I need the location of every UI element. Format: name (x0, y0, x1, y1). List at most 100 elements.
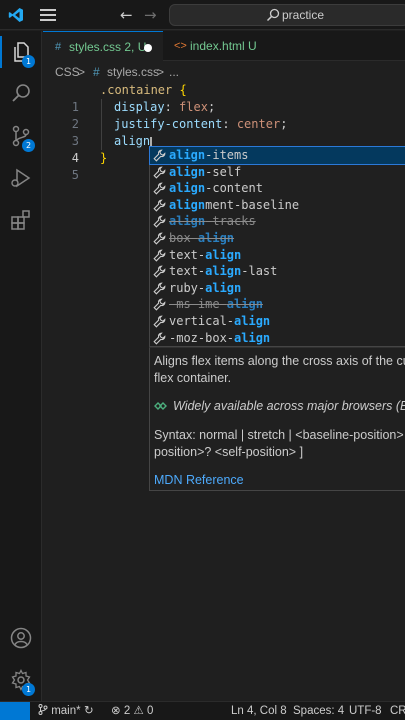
explorer-badge: 1 (22, 55, 35, 68)
breadcrumb-symbol[interactable]: ... (169, 62, 179, 82)
suggestion-item[interactable]: text-align (150, 247, 405, 264)
search-icon (266, 8, 280, 22)
html-file-icon: <> (174, 40, 187, 52)
suggestion-label: box-align (169, 231, 235, 245)
manage-button[interactable]: 1 (0, 660, 42, 700)
suggestion-item[interactable]: align-self (150, 164, 405, 181)
details-description: Aligns flex items along the cross axis o… (154, 354, 405, 368)
typed-text: align (114, 134, 151, 148)
suggestion-item[interactable]: vertical-align (150, 313, 405, 330)
activity-bar: 1 2 1 (0, 31, 42, 701)
suggestion-label: align-self (169, 164, 242, 179)
baseline-text: Widely available across major browsers (… (173, 399, 405, 413)
indentation[interactable]: Spaces: 4 (293, 702, 344, 720)
css-value: flex (179, 100, 208, 114)
property-icon (153, 166, 166, 179)
css-property: display (114, 100, 165, 114)
arrow-left-icon[interactable]: ← (120, 6, 133, 24)
suggestion-item[interactable]: text-align-last (150, 263, 405, 280)
menu-icon[interactable] (40, 9, 56, 21)
accounts-button[interactable] (0, 618, 42, 658)
suggestion-label: align-content (169, 181, 263, 196)
property-icon (153, 315, 166, 328)
baseline-status: Widely available across major browsers (… (154, 399, 405, 413)
tab-status: U (248, 39, 257, 53)
tab-styles-css[interactable]: # styles.css 2, U (43, 31, 163, 61)
unsaved-dot-icon[interactable] (144, 44, 152, 52)
problems-status[interactable]: ⊗ 2 ⚠ 0 (111, 702, 153, 720)
details-syntax: Syntax: normal | stretch | <baseline-pos… (154, 428, 405, 442)
explorer-button[interactable]: 1 (0, 32, 42, 72)
close-brace: } (100, 151, 108, 165)
suggestion-item[interactable]: -moz-box-align (150, 330, 405, 347)
source-control-button[interactable]: 2 (0, 116, 42, 156)
branch-status[interactable]: main* (38, 702, 81, 720)
suggest-details: Aligns flex items along the cross axis o… (149, 347, 405, 491)
command-center-search[interactable]: practice (169, 4, 405, 26)
css-value: center (236, 117, 281, 131)
branch-name: main* (51, 705, 81, 717)
suggestion-label: -ms-ime-align (169, 297, 263, 312)
breadcrumb-separator: > (78, 65, 86, 79)
extensions-button[interactable] (0, 200, 42, 240)
code-line-2: 2 display: flex; (43, 99, 405, 131)
property-icon (153, 216, 166, 228)
suggestion-item[interactable]: align-content (150, 180, 405, 197)
suggestion-label: ruby-align (169, 280, 242, 295)
vscode-logo-icon[interactable] (8, 7, 24, 23)
suggestion-label: text-align-last (169, 264, 278, 279)
suggestion-item[interactable]: ruby-align (150, 280, 405, 297)
suggestion-item[interactable]: align-items (149, 146, 405, 165)
search-button[interactable] (0, 74, 42, 114)
arrow-right-icon: → (144, 6, 157, 24)
property-icon (153, 332, 166, 345)
account-icon (10, 627, 32, 649)
css-file-icon: # (55, 41, 62, 53)
suggestion-label: align-items (169, 148, 249, 162)
suggestion-label: alignment-baseline (169, 197, 300, 212)
cursor-position[interactable]: Ln 4, Col 8 (231, 702, 287, 720)
property-icon (153, 299, 166, 311)
css-selector: .container (100, 83, 173, 97)
encoding[interactable]: UTF-8 (349, 702, 382, 720)
tab-index-html[interactable]: <> index.html U (164, 31, 284, 61)
suggestion-item[interactable]: box-align (150, 230, 405, 247)
tab-filename: styles.css (69, 40, 122, 54)
line-number: 5 (71, 168, 79, 182)
search-icon (12, 84, 30, 102)
suggestion-item[interactable]: align-tracks (150, 213, 405, 230)
breadcrumb-file[interactable]: styles.css (107, 62, 159, 82)
suggestion-item[interactable]: -ms-ime-align (150, 296, 405, 313)
code-line-3: 3 justify-content: center; (43, 116, 405, 148)
breadcrumb: CSS > # styles.css > ... (43, 62, 405, 82)
mdn-reference-link[interactable]: MDN Reference (154, 473, 244, 487)
suggestion-label: vertical-align (169, 314, 271, 328)
end-of-line[interactable]: CR (390, 702, 405, 720)
suggestion-label: text-align (169, 247, 242, 262)
editor-tabs: # styles.css 2, U <> index.html U (43, 31, 405, 61)
property-icon (153, 149, 166, 162)
search-text: practice (282, 8, 325, 22)
property-icon (153, 265, 166, 278)
title-bar: ← → practice (0, 0, 405, 30)
breadcrumb-folder[interactable]: CSS (55, 62, 80, 82)
remote-indicator[interactable] (0, 702, 30, 720)
breadcrumb-separator: > (157, 65, 165, 79)
sync-icon[interactable]: ↻ (84, 702, 94, 720)
details-syntax: position>? <self-position> ] (154, 445, 304, 459)
suggestion-item[interactable]: alignment-baseline (150, 197, 405, 214)
branch-icon (38, 704, 48, 715)
suggestion-label: align-tracks (169, 214, 256, 229)
property-icon (153, 232, 166, 245)
property-icon (153, 249, 166, 262)
status-bar: main* ↻ ⊗ 2 ⚠ 0 Ln 4, Col 8 Spaces: 4 UT… (0, 701, 405, 720)
css-property: justify-content (114, 117, 223, 131)
details-description: flex container. (154, 371, 232, 385)
manage-badge: 1 (22, 683, 35, 696)
suggestion-label: -moz-box-align (169, 330, 271, 345)
property-icon (153, 282, 166, 295)
run-debug-button[interactable] (0, 158, 42, 198)
source-control-badge: 2 (22, 139, 35, 152)
property-icon (153, 199, 166, 212)
extensions-icon (11, 210, 30, 230)
